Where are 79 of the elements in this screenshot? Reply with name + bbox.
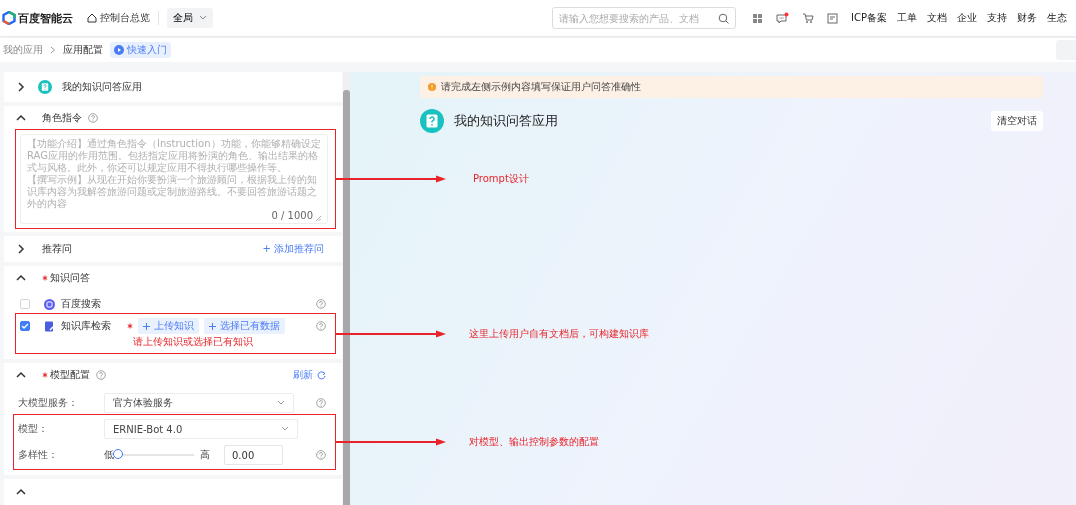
help-icon[interactable] xyxy=(88,113,98,123)
logo-icon xyxy=(2,11,16,25)
placeholder-text: 【功能介绍】通过角色指令（Instruction）功能，你能够精确设定RAG应用的作用范围。包括指定应用将扮演的角色、输出结果的格式与风格。此外，你还可以规定应用不得执行哪些操作等。 xyxy=(27,138,321,174)
nav-link[interactable]: 支持 xyxy=(987,11,1007,25)
resize-handle-icon[interactable] xyxy=(316,216,321,221)
region-dropdown[interactable]: 全局 xyxy=(167,8,213,28)
message-icon[interactable] xyxy=(776,12,790,24)
scrollbar[interactable] xyxy=(343,72,350,505)
help-icon[interactable] xyxy=(316,321,326,331)
plus-icon xyxy=(209,322,216,330)
logo-text[interactable]: 百度智能云 xyxy=(18,10,73,26)
dropdown-select[interactable]: ERNIE-Bot 4.0 xyxy=(104,419,298,439)
collapse-caret-icon[interactable] xyxy=(16,370,26,380)
add-knowledge-button[interactable]: 上传知识 xyxy=(138,318,199,334)
annotation-label: 对模型、输出控制参数的配置 xyxy=(469,435,599,449)
field-label: 大模型服务： xyxy=(18,396,79,410)
chevron-down-icon xyxy=(277,400,285,406)
field-label: 多样性： xyxy=(18,448,59,462)
help-icon[interactable] xyxy=(316,299,326,309)
option-label: 知识库检索 xyxy=(61,319,112,333)
nav-link[interactable]: 工单 xyxy=(897,11,917,25)
option-label: 百度搜索 xyxy=(61,297,102,311)
search-icon[interactable] xyxy=(718,12,730,24)
warning-text: 请完成左侧示例内容填写保证用户问答准确性 xyxy=(441,80,641,94)
nav-link[interactable]: 企业 xyxy=(957,11,977,25)
plus-icon xyxy=(143,322,150,330)
check-icon xyxy=(21,323,29,329)
section-title: 角色指令 xyxy=(42,111,82,125)
collapse-caret-icon[interactable] xyxy=(16,487,26,497)
field-label: 模型： xyxy=(18,422,49,436)
chevron-down-icon xyxy=(281,426,289,432)
add-question-link[interactable]: + 添加推荐问 xyxy=(262,242,324,256)
play-icon xyxy=(114,45,124,55)
grid-icon[interactable] xyxy=(752,12,764,24)
value-input[interactable]: 0.00 xyxy=(224,445,283,465)
expand-caret-icon[interactable] xyxy=(16,82,26,92)
breadcrumb-link[interactable]: 应用配置 xyxy=(63,43,103,57)
home-icon xyxy=(87,13,97,23)
nav-link[interactable]: 财务 xyxy=(1017,11,1037,25)
help-icon[interactable] xyxy=(316,450,326,460)
nav-link[interactable]: ICP备案 xyxy=(851,11,887,25)
add-knowledge-button[interactable]: 选择已有数据 xyxy=(204,318,285,334)
app-title: 我的知识问答应用 xyxy=(454,112,558,130)
chevron-down-icon xyxy=(199,15,207,21)
slider-min-label: 低 xyxy=(104,448,114,462)
quick-start-button[interactable]: 快速入门 xyxy=(110,42,171,58)
help-icon[interactable] xyxy=(316,398,326,408)
section-title: 知识问答 xyxy=(50,271,90,285)
collapse-caret-icon[interactable] xyxy=(16,273,26,283)
collapse-caret-icon[interactable] xyxy=(16,113,26,123)
console-link[interactable]: 控制台总览 xyxy=(87,11,150,25)
breadcrumb-link[interactable]: 我的应用 xyxy=(3,43,43,57)
cart-icon[interactable] xyxy=(802,12,815,24)
nav-link[interactable]: 文档 xyxy=(927,11,947,25)
section-title: 模型配置 xyxy=(50,368,90,382)
question-app-icon xyxy=(38,80,52,94)
question-app-icon xyxy=(420,109,444,133)
clear-chat-button[interactable]: 清空对话 xyxy=(991,111,1043,131)
document-edit-icon xyxy=(44,321,55,332)
help-icon[interactable] xyxy=(96,370,106,380)
character-counter: 0 / 1000 xyxy=(271,210,313,221)
checkbox[interactable] xyxy=(20,321,30,331)
annotation-label: Prompt设计 xyxy=(473,172,529,186)
nav-link[interactable]: 生态 xyxy=(1047,11,1067,25)
section-title: 推荐问 xyxy=(42,242,72,256)
app-name: 我的知识问答应用 xyxy=(62,80,142,94)
dropdown-select[interactable]: 官方体验服务 xyxy=(104,393,294,413)
document-icon[interactable] xyxy=(827,12,839,24)
refresh-link[interactable]: 刷新 xyxy=(293,368,326,382)
refresh-icon xyxy=(317,370,326,380)
search-field[interactable]: 请输入您想要搜索的产品、文档 xyxy=(552,7,737,29)
slider-max-label: 高 xyxy=(200,448,210,462)
expand-caret-icon[interactable] xyxy=(16,244,26,254)
annotation-label: 这里上传用户自有文档后，可构建知识库 xyxy=(469,327,649,341)
chevron-right-icon xyxy=(50,46,56,54)
search-globe-icon xyxy=(44,299,55,310)
slider-handle[interactable] xyxy=(113,449,123,459)
warning-icon xyxy=(428,83,436,91)
error-message: 请上传知识或选择已有知识 xyxy=(133,335,254,349)
